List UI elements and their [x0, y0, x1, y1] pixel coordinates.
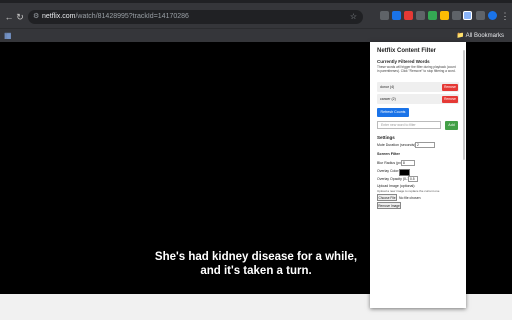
blur-radius-label: Blur Radius (px):: [377, 161, 404, 165]
extensions-puzzle-icon[interactable]: [452, 11, 461, 20]
extension-icon-2[interactable]: [392, 11, 401, 20]
all-bookmarks-link[interactable]: 📁 All Bookmarks: [457, 31, 504, 41]
filtered-word-label: donor (4): [380, 85, 395, 89]
refresh-counts-button[interactable]: Refresh Counts: [377, 108, 409, 117]
filtered-words-heading: Currently Filtered Words: [377, 59, 430, 64]
upload-note: Upload a new image to replace the curren…: [377, 189, 440, 193]
extension-icon-7[interactable]: [476, 11, 485, 20]
url-path: /watch/81428995?trackId=14170286: [75, 13, 189, 20]
extension-popup: Netflix Content Filter Currently Filtere…: [370, 42, 466, 308]
profile-avatar-icon[interactable]: [488, 11, 497, 20]
filtered-word-row: cancer (2) Remove: [377, 94, 459, 104]
overlay-opacity-input[interactable]: 0.5: [408, 176, 418, 182]
choose-file-button[interactable]: Choose File: [377, 194, 397, 201]
extension-icon-4[interactable]: [416, 11, 425, 20]
screen-filter-heading: Screen Filter: [377, 152, 401, 156]
overlay-opacity-label: Overlay Opacity (0-1):: [377, 177, 412, 181]
bookmarks-bar: ▦ 📁 All Bookmarks: [0, 28, 512, 43]
extension-icon-3[interactable]: [404, 11, 413, 20]
add-word-button[interactable]: Add: [445, 121, 458, 130]
url-domain: netflix.com: [42, 13, 76, 20]
tab-strip: [0, 0, 512, 3]
remove-word-button[interactable]: Remove: [442, 95, 458, 103]
extension-icon-1[interactable]: [380, 11, 389, 20]
remove-image-button[interactable]: Remove Image: [377, 202, 401, 209]
popup-title: Netflix Content Filter: [377, 48, 437, 54]
all-bookmarks-label: All Bookmarks: [465, 33, 504, 39]
extension-icon-6[interactable]: [440, 11, 449, 20]
apps-grid-icon[interactable]: ▦: [4, 31, 12, 41]
netflix-filter-extension-icon[interactable]: [463, 11, 472, 20]
remove-word-button[interactable]: Remove: [442, 83, 458, 91]
filter-description: These words will trigger the filter duri…: [377, 65, 456, 73]
extension-icon-5[interactable]: [428, 11, 437, 20]
site-info-icon[interactable]: ⚙: [33, 13, 40, 21]
url-text: netflix.com/watch/81428995?trackId=14170…: [42, 12, 189, 22]
filtered-word-label: cancer (2): [380, 97, 396, 101]
menu-kebab-icon[interactable]: ⋮: [500, 11, 510, 21]
popup-scrollbar[interactable]: [463, 50, 465, 160]
blur-radius-input[interactable]: 8: [401, 160, 415, 166]
overlay-color-label: Overlay Color:: [377, 169, 400, 173]
browser-toolbar: ← ↻ ⚙ netflix.com/watch/81428995?trackId…: [0, 0, 512, 43]
overlay-color-picker[interactable]: [399, 168, 410, 176]
filtered-word-row: donor (4) Remove: [377, 82, 459, 92]
address-bar[interactable]: ⚙ netflix.com/watch/81428995?trackId=141…: [28, 10, 363, 24]
mute-duration-label: Mute Duration (seconds):: [377, 143, 417, 147]
reload-icon[interactable]: ↻: [15, 12, 25, 22]
file-status-text: No file chosen: [399, 196, 421, 200]
settings-heading: Settings: [377, 135, 395, 140]
back-icon[interactable]: ←: [4, 12, 14, 22]
mute-duration-input[interactable]: 2: [415, 142, 435, 148]
bookmark-star-icon[interactable]: ☆: [350, 12, 357, 22]
new-word-input[interactable]: Enter new word to filter: [377, 121, 441, 129]
